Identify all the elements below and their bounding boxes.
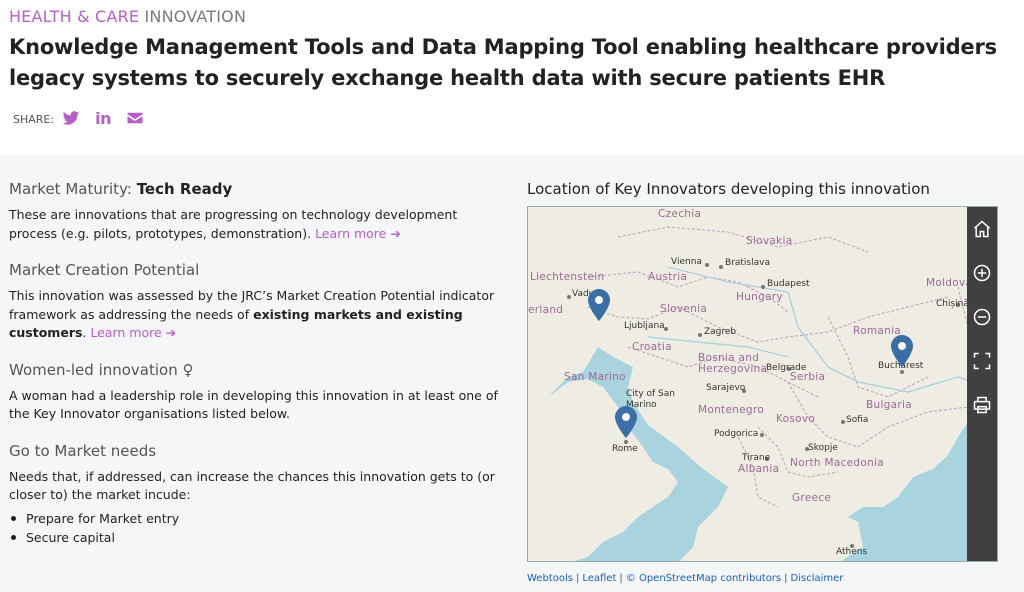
attribution-separator: | bbox=[619, 573, 623, 584]
map-label-athens: Athens bbox=[836, 547, 868, 557]
go-to-market-list: Prepare for Market entry Secure capital bbox=[9, 509, 499, 547]
print-icon bbox=[973, 396, 991, 414]
map-label-bulgaria: Bulgaria bbox=[866, 399, 912, 411]
map-label-vienna: Vienna bbox=[671, 257, 702, 267]
go-to-market-heading: Go to Market needs bbox=[9, 441, 157, 460]
women-led-description: A woman had a leadership role in develop… bbox=[9, 387, 498, 422]
market-creation-heading: Market Creation Potential bbox=[9, 261, 200, 279]
learn-more-link-creation[interactable]: Learn more ➔ bbox=[90, 325, 176, 340]
fullscreen-icon bbox=[973, 352, 991, 370]
map-label-greece: Greece bbox=[792, 492, 832, 504]
women-led-heading-text: Women-led innovation bbox=[9, 360, 178, 379]
zoom-out-button[interactable] bbox=[967, 295, 997, 339]
map-label-san-marino: San Marino bbox=[564, 371, 626, 383]
share-bar: SHARE: in bbox=[13, 109, 158, 128]
city-dot bbox=[705, 263, 709, 267]
home-button[interactable] bbox=[967, 207, 997, 251]
zoom-out-icon bbox=[973, 308, 991, 326]
map-marker-vaduz[interactable] bbox=[588, 289, 610, 321]
innovation-details: Market Maturity: Tech Ready These are in… bbox=[9, 179, 499, 564]
map-label-albania: Albania bbox=[738, 463, 780, 475]
map-label-rome: Rome bbox=[612, 444, 638, 454]
list-item: Prepare for Market entry bbox=[9, 509, 499, 528]
category-rest: INNOVATION bbox=[139, 7, 247, 26]
share-label: SHARE: bbox=[13, 113, 55, 126]
market-maturity-description: These are innovations that are progressi… bbox=[9, 206, 499, 243]
city-dot bbox=[567, 295, 571, 299]
map-label-north-macedonia: North Macedonia bbox=[790, 457, 885, 469]
learn-more-link-maturity[interactable]: Learn more ➔ bbox=[315, 226, 401, 241]
market-creation-section: Market Creation Potential This innovatio… bbox=[9, 260, 499, 343]
category-accent: HEALTH & CARE bbox=[9, 7, 140, 26]
map-label-bratislava: Bratislava bbox=[725, 258, 770, 268]
map-label-bosnia: Bosnia and Herzegovina bbox=[698, 352, 768, 375]
list-item: Secure capital bbox=[9, 528, 499, 547]
map-marker-rome[interactable] bbox=[615, 406, 637, 438]
map-label-budapest: Budapest bbox=[767, 279, 810, 289]
map-label-austria: Austria bbox=[648, 271, 688, 283]
city-dot bbox=[719, 265, 723, 269]
map-label-slovakia: Slovakia bbox=[746, 235, 793, 247]
city-dot bbox=[760, 433, 764, 437]
osm-link[interactable]: © OpenStreetMap contributors bbox=[626, 573, 781, 584]
city-dot bbox=[841, 420, 845, 424]
map-label-sarajevo: Sarajevo bbox=[706, 383, 746, 393]
map-label-moldova: Moldova bbox=[926, 277, 973, 289]
market-maturity-section: Market Maturity: Tech Ready These are in… bbox=[9, 179, 499, 243]
map-label-podgorica: Podgorica bbox=[714, 429, 759, 439]
map-label-skopje: Skopje bbox=[808, 443, 838, 453]
map-label-hungary: Hungary bbox=[736, 291, 783, 303]
webtools-link[interactable]: Webtools bbox=[527, 573, 573, 584]
email-icon[interactable] bbox=[126, 109, 144, 127]
market-creation-description: This innovation was assessed by the JRC’… bbox=[9, 287, 499, 343]
print-button[interactable] bbox=[967, 383, 997, 427]
page-header: HEALTH & CARE INNOVATION Knowledge Manag… bbox=[0, 0, 1024, 155]
zoom-in-button[interactable] bbox=[967, 251, 997, 295]
category-label: HEALTH & CARE INNOVATION bbox=[9, 7, 246, 26]
map-controls bbox=[967, 207, 997, 561]
map-label-tirane: Tirane bbox=[742, 453, 771, 463]
women-led-heading: Women-led innovation ♀ bbox=[9, 360, 499, 380]
market-maturity-label: Market Maturity: bbox=[9, 180, 137, 198]
map-label-switzerland: erland bbox=[528, 304, 564, 316]
map-label-croatia: Croatia bbox=[632, 341, 672, 353]
attribution-separator: | bbox=[575, 573, 580, 584]
women-led-section: Women-led innovation ♀ A woman had a lea… bbox=[9, 360, 499, 424]
linkedin-icon[interactable]: in bbox=[94, 109, 112, 128]
map-label-kosovo: Kosovo bbox=[776, 413, 816, 425]
map-title: Location of Key Innovators developing th… bbox=[527, 180, 930, 198]
content-panel: Market Maturity: Tech Ready These are in… bbox=[0, 155, 1024, 592]
city-dot bbox=[698, 333, 702, 337]
city-dot bbox=[761, 285, 765, 289]
map-label-montenegro: Montenegro bbox=[698, 404, 765, 416]
map-label-zagreb: Zagreb bbox=[704, 327, 737, 337]
attribution-separator: | bbox=[784, 573, 788, 584]
leaflet-link[interactable]: Leaflet bbox=[582, 573, 616, 584]
go-to-market-section: Go to Market needs Needs that, if addres… bbox=[9, 441, 499, 547]
page-title: Knowledge Management Tools and Data Mapp… bbox=[9, 35, 997, 90]
map-label-belgrade: Belgrade bbox=[766, 363, 807, 373]
map-label-czechia: Czechia bbox=[658, 208, 702, 220]
go-to-market-description: Needs that, if addressed, can increase t… bbox=[9, 468, 495, 503]
female-icon: ♀ bbox=[182, 360, 194, 379]
market-maturity-heading: Market Maturity: Tech Ready bbox=[9, 179, 499, 199]
innovator-map[interactable]: Czechia Slovakia Austria Liechtenstein H… bbox=[527, 206, 998, 562]
map-label-sofia: Sofia bbox=[846, 415, 869, 425]
fullscreen-button[interactable] bbox=[967, 339, 997, 383]
map-label-ljubljana: Ljubljana bbox=[624, 321, 665, 331]
home-icon bbox=[974, 220, 990, 238]
market-maturity-value: Tech Ready bbox=[136, 180, 233, 198]
twitter-icon[interactable] bbox=[62, 109, 80, 127]
map-label-slovenia: Slovenia bbox=[660, 303, 708, 315]
map-label-liechtenstein: Liechtenstein bbox=[530, 271, 605, 283]
zoom-in-icon bbox=[973, 264, 991, 282]
map-attribution: Webtools | Leaflet | © OpenStreetMap contrib… bbox=[527, 573, 843, 584]
map-marker-bucharest[interactable] bbox=[891, 335, 913, 367]
disclaimer-link[interactable]: Disclaimer bbox=[791, 573, 844, 584]
